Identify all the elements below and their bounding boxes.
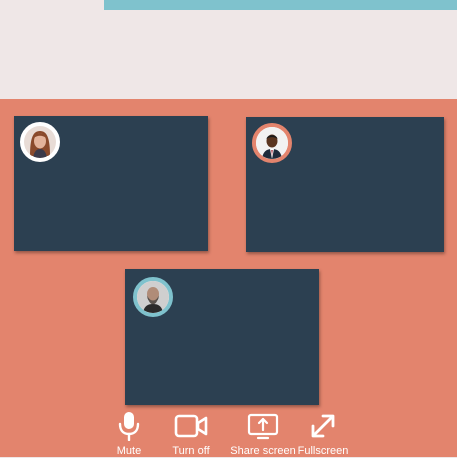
fullscreen-label: Fullscreen xyxy=(297,445,349,457)
share-screen-button[interactable]: Share screen xyxy=(229,410,297,458)
bearded-man-avatar-icon xyxy=(137,281,169,313)
call-controls-bar: Mute Turn off Share screen Fullscreen xyxy=(0,410,457,457)
mute-button[interactable]: Mute xyxy=(108,410,150,458)
turn-off-label: Turn off xyxy=(172,445,210,457)
man-suit-avatar-icon xyxy=(256,127,288,159)
participant-avatar-3 xyxy=(133,277,173,317)
share-screen-icon xyxy=(247,410,279,442)
video-tile-2[interactable] xyxy=(246,117,444,252)
fullscreen-expand-icon xyxy=(309,410,337,442)
microphone-icon xyxy=(117,410,141,442)
woman-avatar-icon xyxy=(24,126,56,158)
video-tile-3[interactable] xyxy=(125,269,319,405)
participant-avatar-2 xyxy=(252,123,292,163)
mute-label: Mute xyxy=(116,445,142,457)
share-screen-label: Share screen xyxy=(230,445,296,457)
fullscreen-button[interactable]: Fullscreen xyxy=(296,410,350,458)
turn-off-camera-button[interactable]: Turn off xyxy=(168,410,214,458)
video-camera-icon xyxy=(174,410,208,442)
top-accent-bar xyxy=(104,0,457,10)
video-stage xyxy=(0,99,457,457)
participant-avatar-1 xyxy=(20,122,60,162)
video-tile-1[interactable] xyxy=(14,116,208,251)
